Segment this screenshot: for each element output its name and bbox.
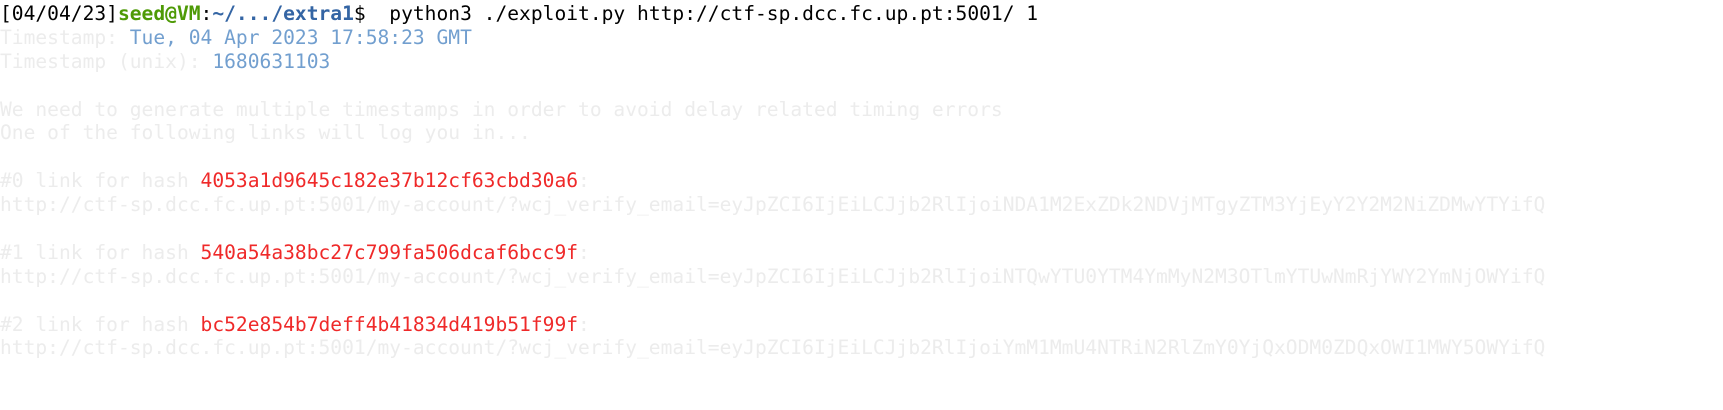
link-suffix: : — [578, 169, 590, 193]
prompt-colon: : — [200, 2, 213, 25]
link-url[interactable]: http://ctf-sp.dcc.fc.up.pt:5001/my-accou… — [0, 265, 1723, 289]
unix-timestamp-line: Timestamp (unix): 1680631103 — [0, 50, 1723, 74]
terminal-output[interactable]: [04/04/23]seed@VM:~/.../extra1$ python3 … — [0, 0, 1723, 360]
prompt-symbol: $ — [353, 2, 366, 25]
link-suffix: : — [578, 240, 590, 264]
link-header: #2 link for hash bc52e854b7deff4b41834d4… — [0, 313, 1723, 337]
hash-value: 4053a1d9645c182e37b12cf63cbd30a6 — [200, 169, 579, 193]
prompt-line: [04/04/23]seed@VM:~/.../extra1$ python3 … — [0, 2, 1723, 26]
link-header: #0 link for hash 4053a1d9645c182e37b12cf… — [0, 169, 1723, 193]
prompt-date: [04/04/23] — [0, 2, 118, 25]
message-line: We need to generate multiple timestamps … — [0, 97, 1003, 121]
unix-timestamp-value: 1680631103 — [212, 49, 331, 73]
link-label: #2 link for hash — [0, 312, 201, 336]
link-label: #1 link for hash — [0, 240, 201, 264]
link-label: #0 link for hash — [0, 169, 201, 193]
unix-timestamp-label: Timestamp (unix): — [0, 49, 213, 73]
link-url[interactable]: http://ctf-sp.dcc.fc.up.pt:5001/my-accou… — [0, 336, 1723, 360]
prompt-path: ~/.../extra1 — [212, 2, 354, 25]
link-url[interactable]: http://ctf-sp.dcc.fc.up.pt:5001/my-accou… — [0, 193, 1723, 217]
hash-value: 540a54a38bc27c799fa506dcaf6bcc9f — [200, 240, 579, 264]
link-suffix: : — [578, 312, 590, 336]
link-header: #1 link for hash 540a54a38bc27c799fa506d… — [0, 241, 1723, 265]
timestamp-line: Timestamp: Tue, 04 Apr 2023 17:58:23 GMT — [0, 26, 1723, 50]
prompt-user-host: seed@VM — [117, 2, 201, 25]
command-text: python3 ./exploit.py http://ctf-sp.dcc.f… — [365, 2, 1039, 25]
timestamp-label: Timestamp: — [0, 25, 130, 49]
timestamp-value: Tue, 04 Apr 2023 17:58:23 GMT — [129, 25, 472, 49]
hash-value: bc52e854b7deff4b41834d419b51f99f — [200, 312, 579, 336]
message-line: One of the following links will log you … — [0, 121, 531, 145]
